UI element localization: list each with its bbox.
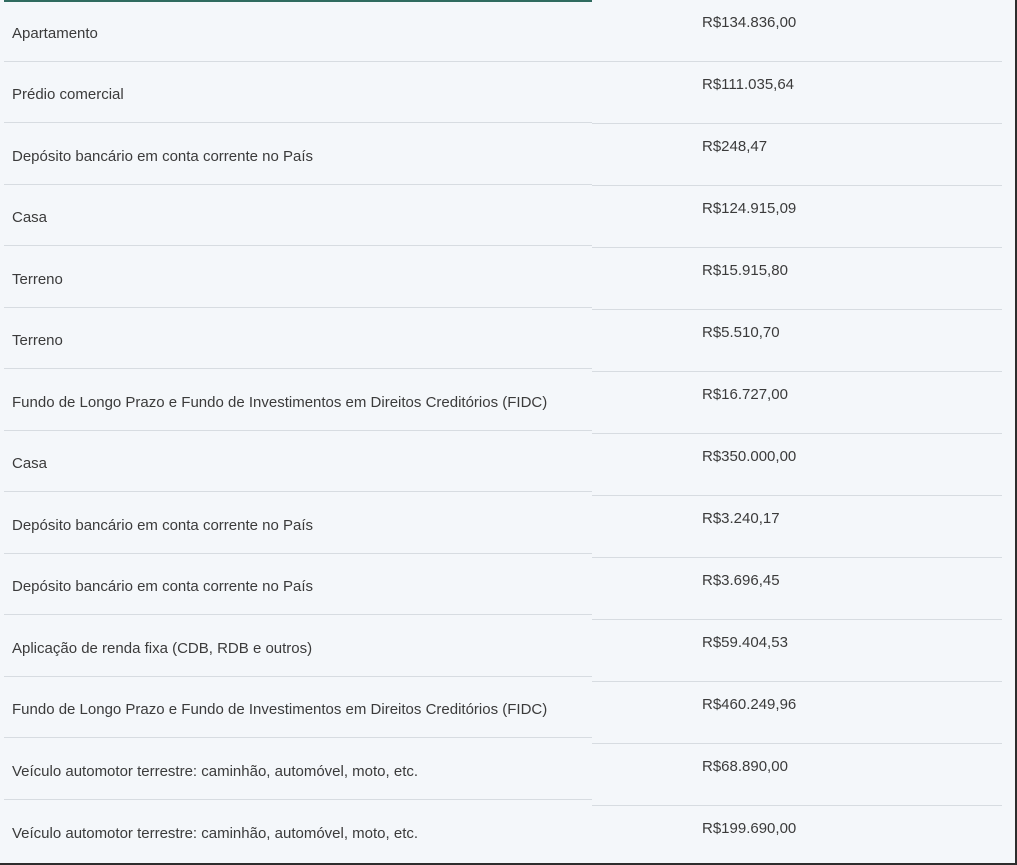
table-row-value: R$15.915,80 (592, 248, 1002, 310)
table-row-description: Veículo automotor terrestre: caminhão, a… (4, 738, 592, 800)
table-row-description: Depósito bancário em conta corrente no P… (4, 123, 592, 185)
table-row-value: R$3.696,45 (592, 558, 1002, 620)
table-row-value: R$350.000,00 (592, 434, 1002, 496)
table-row-value: R$3.240,17 (592, 496, 1002, 558)
table-row-description: Terreno (4, 308, 592, 369)
assets-table: Apartamento Prédio comercial Depósito ba… (0, 0, 1017, 865)
table-row-value: R$124.915,09 (592, 186, 1002, 248)
table-row-description: Prédio comercial (4, 62, 592, 123)
table-row-description: Fundo de Longo Prazo e Fundo de Investim… (4, 677, 592, 738)
table-row-description: Fundo de Longo Prazo e Fundo de Investim… (4, 369, 592, 431)
value-column: R$134.836,00 R$111.035,64 R$248,47 R$124… (592, 0, 1002, 863)
table-row-description: Veículo automotor terrestre: caminhão, a… (12, 824, 419, 842)
table-row-description: Depósito bancário em conta corrente no P… (4, 554, 592, 615)
description-column: Apartamento Prédio comercial Depósito ba… (4, 0, 592, 861)
table-row-value: R$68.890,00 (592, 744, 1002, 806)
table-row-value: R$199.690,00 (702, 820, 797, 837)
table-row-description: Casa (4, 431, 592, 492)
table-row-description: Apartamento (4, 0, 592, 62)
table-row-description: Terreno (4, 246, 592, 308)
table-row-value: R$134.836,00 (592, 0, 1002, 62)
table-row-value: R$5.510,70 (592, 310, 1002, 372)
table-row-value: R$248,47 (592, 124, 1002, 186)
table-row-description: Casa (4, 185, 592, 246)
table-row-value: R$16.727,00 (592, 372, 1002, 434)
table-row-description: Depósito bancário em conta corrente no P… (4, 492, 592, 554)
table-row-value: R$111.035,64 (592, 62, 1002, 124)
table-row-value: R$59.404,53 (592, 620, 1002, 682)
table-row-value: R$460.249,96 (592, 682, 1002, 744)
table-row-description: Aplicação de renda fixa (CDB, RDB e outr… (4, 615, 592, 677)
